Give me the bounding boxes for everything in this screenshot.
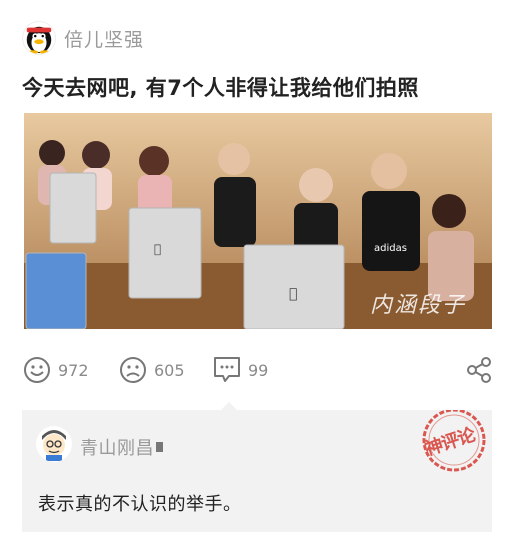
commenter-avatar[interactable] [36,426,72,462]
smile-icon [22,355,52,385]
hot-comment-stamp: 神评论 [418,408,490,476]
dislike-button[interactable]: 605 [118,352,185,388]
author-avatar[interactable] [22,21,56,55]
commenter-name[interactable]: 青山刚昌 [80,434,163,460]
svg-text::  [154,242,161,256]
penguin-avatar-icon [26,26,52,54]
post-image[interactable]:   adidas 内涵段子 [24,113,492,329]
like-count: 972 [58,360,89,380]
share-icon [467,357,491,383]
author-name[interactable]: 倍儿坚强 [64,25,144,52]
comment-count: 99 [248,360,269,380]
cartoon-avatar-icon [37,427,71,461]
action-bar: 972 605 99 [22,352,494,388]
image-watermark: 内涵段子 [369,293,466,318]
sad-face-icon [118,355,148,385]
svg-text:adidas: adidas [374,243,407,254]
post-title: 今天去网吧, 有7个人非得让我给他们拍照 [22,76,419,100]
like-button[interactable]: 972 [22,352,89,388]
user-badge-icon [156,442,163,452]
post-header: 倍儿坚强 [22,18,144,58]
top-comment-card[interactable]: 青山刚昌 表示真的不认识的举手。 神评论 [22,408,492,532]
comment-bubble-icon [212,355,242,385]
comment-text: 表示真的不认识的举手。 [38,494,242,515]
comment-button[interactable]: 99 [212,352,268,388]
svg-text::  [289,286,297,302]
dislike-count: 605 [154,360,185,380]
share-button[interactable] [464,355,494,385]
commenter-name-text: 青山刚昌 [80,438,154,459]
